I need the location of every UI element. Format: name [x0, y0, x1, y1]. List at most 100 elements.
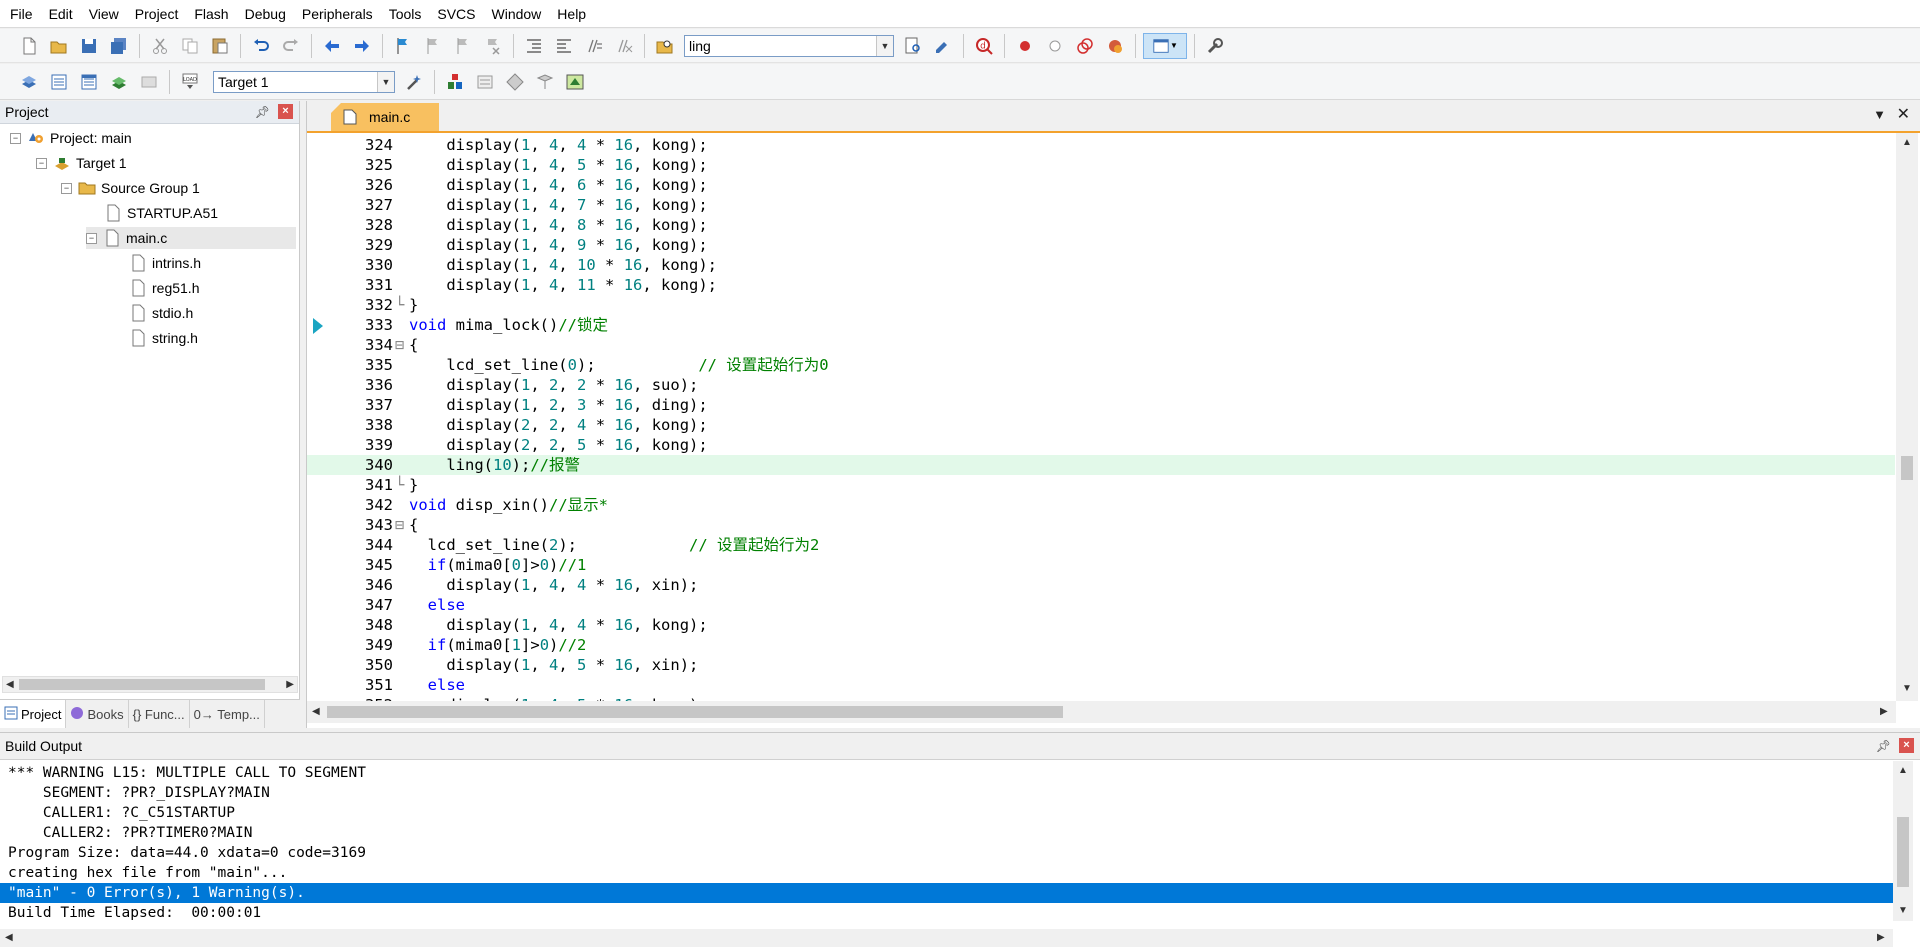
- translate-icon[interactable]: [16, 69, 42, 95]
- code-line[interactable]: 342 void disp_xin()//显示*: [307, 495, 1895, 515]
- code-line[interactable]: 351 else: [307, 675, 1895, 695]
- indent-icon[interactable]: [521, 33, 547, 59]
- insert-breakpoint-icon[interactable]: [1012, 33, 1038, 59]
- tab-books[interactable]: Books: [66, 700, 129, 728]
- code-line[interactable]: 348 display(1, 4, 4 * 16, kong);: [307, 615, 1895, 635]
- clear-bookmarks-icon[interactable]: [480, 33, 506, 59]
- scroll-up-icon[interactable]: ▲: [1902, 135, 1912, 150]
- code-line[interactable]: 338 display(2, 2, 4 * 16, kong);: [307, 415, 1895, 435]
- menu-svcs[interactable]: SVCS: [429, 0, 483, 28]
- menu-peripherals[interactable]: Peripherals: [294, 0, 381, 28]
- cut-icon[interactable]: [147, 33, 173, 59]
- collapse-icon[interactable]: −: [61, 182, 72, 194]
- kill-all-breakpoints-icon[interactable]: [1102, 33, 1128, 59]
- target-select[interactable]: Target 1 ▼: [213, 70, 395, 93]
- select-packs-icon[interactable]: [472, 69, 498, 95]
- menu-debug[interactable]: Debug: [237, 0, 294, 28]
- tab-project[interactable]: Project: [0, 700, 67, 728]
- new-file-icon[interactable]: [16, 33, 42, 59]
- code-line[interactable]: 328 display(1, 4, 8 * 16, kong);: [307, 215, 1895, 235]
- scroll-right-icon[interactable]: ▶: [1877, 930, 1885, 945]
- close-tab-icon[interactable]: ✕: [1897, 104, 1910, 124]
- code-line[interactable]: 332 └}: [307, 295, 1895, 315]
- pin-icon[interactable]: 📌︎: [255, 105, 270, 119]
- tree-include-intrins[interactable]: intrins.h: [129, 252, 201, 274]
- code-line[interactable]: 333 void mima_lock()//锁定: [307, 315, 1895, 335]
- configure-icon[interactable]: [1202, 33, 1228, 59]
- copy-icon[interactable]: [177, 33, 203, 59]
- find-combo[interactable]: ling ▼: [684, 34, 894, 57]
- output-line[interactable]: creating hex file from "main"...: [0, 863, 1893, 883]
- code-line[interactable]: 341 └}: [307, 475, 1895, 495]
- code-line[interactable]: 337 display(1, 2, 3 * 16, ding);: [307, 395, 1895, 415]
- code-line[interactable]: 330 display(1, 4, 10 * 16, kong);: [307, 255, 1895, 275]
- menu-flash[interactable]: Flash: [186, 0, 236, 28]
- pin-icon[interactable]: 📌︎: [1876, 739, 1891, 753]
- tree-include-string[interactable]: string.h: [129, 327, 198, 349]
- menu-tools[interactable]: Tools: [381, 0, 430, 28]
- tree-include-stdio[interactable]: stdio.h: [129, 302, 193, 324]
- window-layout-icon[interactable]: ▼: [1143, 32, 1187, 59]
- code-line[interactable]: 349 if(mima0[1]>0)//2: [307, 635, 1895, 655]
- tab-functions[interactable]: {} Func...: [129, 700, 190, 728]
- output-line[interactable]: "main" - 0 Error(s), 1 Warning(s).: [0, 883, 1893, 903]
- target-options-icon[interactable]: [401, 69, 427, 95]
- fold-toggle-icon[interactable]: ⊟: [395, 335, 404, 355]
- scroll-down-icon[interactable]: ▼: [1902, 681, 1912, 696]
- comment-icon[interactable]: [581, 33, 607, 59]
- menu-view[interactable]: View: [81, 0, 127, 28]
- code-area[interactable]: 324 display(1, 4, 4 * 16, kong); 325 disp…: [307, 133, 1895, 701]
- tab-main-c[interactable]: main.c: [331, 103, 439, 131]
- prev-bookmark-icon[interactable]: [420, 33, 446, 59]
- output-line[interactable]: SEGMENT: ?PR?_DISPLAY?MAIN: [0, 783, 1893, 803]
- scroll-left-icon[interactable]: ◀: [5, 930, 13, 945]
- pack-installer-green-icon[interactable]: [562, 69, 588, 95]
- code-line[interactable]: 329 display(1, 4, 9 * 16, kong);: [307, 235, 1895, 255]
- fold-toggle-icon[interactable]: ⊟: [395, 515, 404, 535]
- navigate-forward-icon[interactable]: [349, 33, 375, 59]
- tree-file-startup[interactable]: STARTUP.A51: [104, 202, 218, 224]
- output-line[interactable]: CALLER1: ?C_C51STARTUP: [0, 803, 1893, 823]
- tree-include-reg51[interactable]: reg51.h: [129, 277, 199, 299]
- output-horizontal-scrollbar[interactable]: ◀ ▶: [0, 929, 1893, 947]
- rebuild-icon[interactable]: [76, 69, 102, 95]
- scroll-right-icon[interactable]: ▶: [1880, 704, 1888, 719]
- scrollbar-thumb[interactable]: [327, 706, 1063, 718]
- stop-build-icon[interactable]: [136, 69, 162, 95]
- menu-help[interactable]: Help: [549, 0, 594, 28]
- tree-file-main[interactable]: − main.c: [86, 227, 296, 249]
- code-line[interactable]: 324 display(1, 4, 4 * 16, kong);: [307, 135, 1895, 155]
- close-icon[interactable]: ×: [278, 104, 293, 119]
- enable-breakpoint-icon[interactable]: [1042, 33, 1068, 59]
- find-in-files-icon[interactable]: [652, 33, 678, 59]
- navigate-back-icon[interactable]: [319, 33, 345, 59]
- manage-rte-icon[interactable]: [502, 69, 528, 95]
- build-output-text[interactable]: *** WARNING L15: MULTIPLE CALL TO SEGMEN…: [0, 761, 1893, 941]
- code-line[interactable]: 334 ⊟ {: [307, 335, 1895, 355]
- code-line[interactable]: 339 display(2, 2, 5 * 16, kong);: [307, 435, 1895, 455]
- code-line[interactable]: 343 ⊟ {: [307, 515, 1895, 535]
- collapse-icon[interactable]: −: [86, 232, 97, 244]
- uncomment-icon[interactable]: [611, 33, 637, 59]
- output-line[interactable]: *** WARNING L15: MULTIPLE CALL TO SEGMEN…: [0, 763, 1893, 783]
- pack-installer-icon[interactable]: [532, 69, 558, 95]
- editor-vertical-scrollbar[interactable]: ▲ ▼: [1896, 133, 1918, 701]
- code-line[interactable]: 327 display(1, 4, 7 * 16, kong);: [307, 195, 1895, 215]
- scrollbar-thumb[interactable]: [19, 679, 265, 690]
- code-line[interactable]: 326 display(1, 4, 6 * 16, kong);: [307, 175, 1895, 195]
- menu-project[interactable]: Project: [127, 0, 187, 28]
- tree-source-group[interactable]: − Source Group 1: [61, 177, 200, 199]
- paste-icon[interactable]: [207, 33, 233, 59]
- scroll-left-icon[interactable]: ◀: [312, 704, 320, 719]
- tree-project-root[interactable]: − Project: main: [10, 127, 132, 149]
- chevron-down-icon[interactable]: ▼: [876, 35, 893, 56]
- unindent-icon[interactable]: [551, 33, 577, 59]
- menu-window[interactable]: Window: [484, 0, 550, 28]
- tab-list-dropdown-icon[interactable]: ▼: [1873, 107, 1886, 122]
- output-line[interactable]: Build Time Elapsed: 00:00:01: [0, 903, 1893, 923]
- scrollbar-thumb[interactable]: [1901, 456, 1913, 480]
- open-folder-icon[interactable]: [46, 33, 72, 59]
- code-line[interactable]: 344 lcd_set_line(2); // 设置起始行为2: [307, 535, 1895, 555]
- replace-icon[interactable]: [930, 33, 956, 59]
- build-icon[interactable]: [46, 69, 72, 95]
